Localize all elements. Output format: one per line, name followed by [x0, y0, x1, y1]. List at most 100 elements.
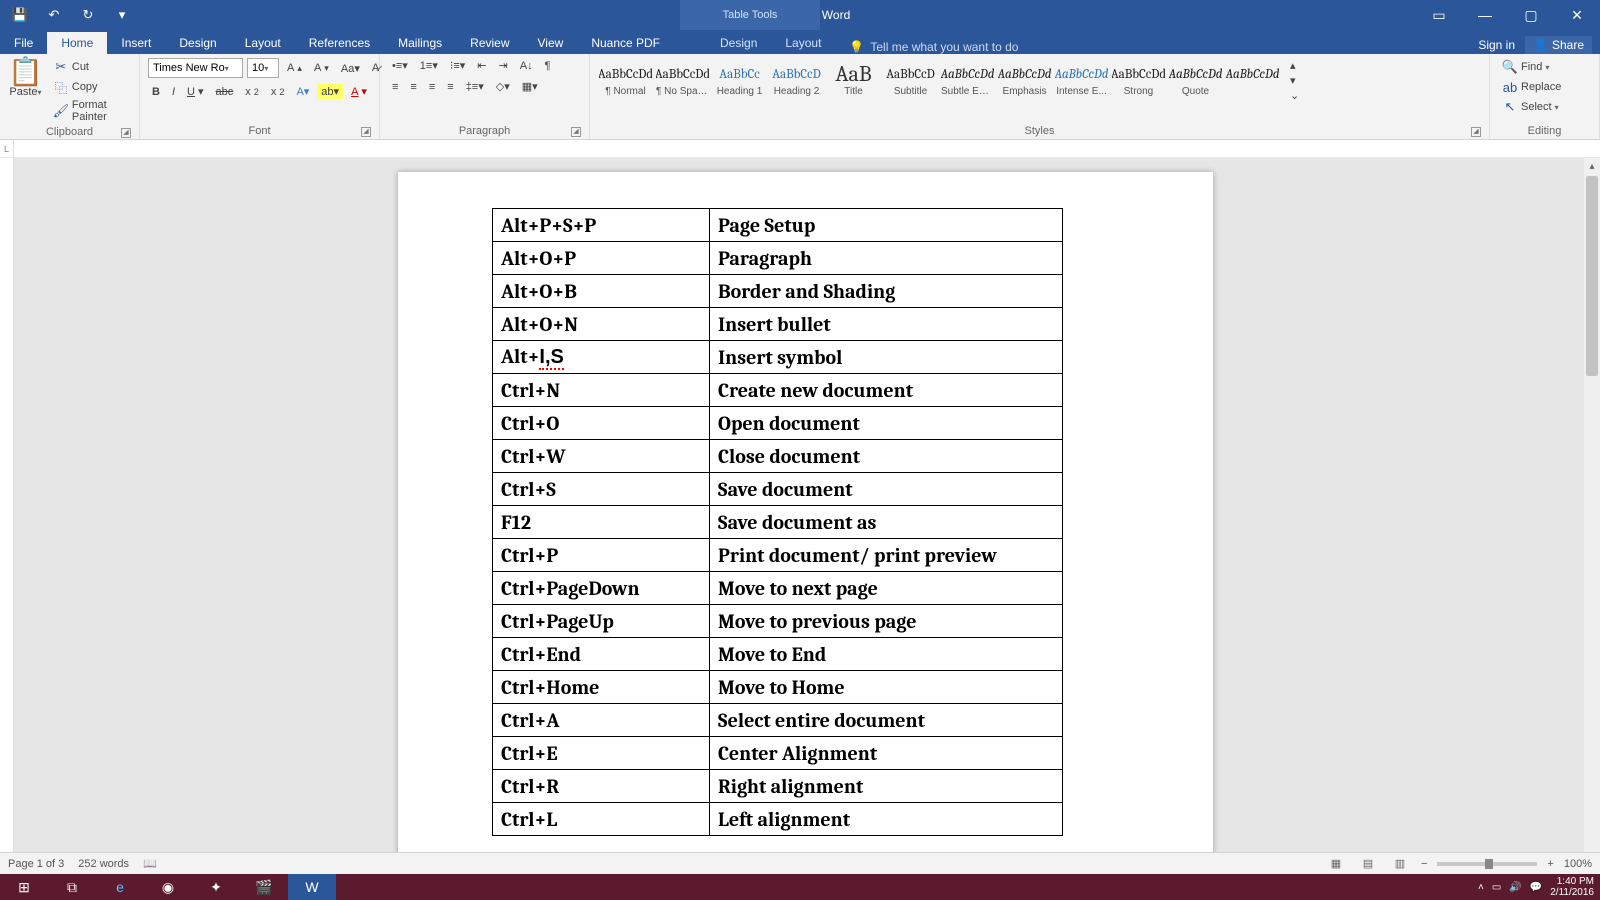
description-cell[interactable]: Insert bullet: [710, 308, 1063, 341]
tab-nuance-pdf[interactable]: Nuance PDF: [577, 32, 674, 54]
shortcut-cell[interactable]: Ctrl+P: [493, 539, 710, 572]
sign-in-link[interactable]: Sign in: [1478, 38, 1515, 52]
shortcut-cell[interactable]: F12: [493, 506, 710, 539]
description-cell[interactable]: Insert symbol: [710, 341, 1063, 374]
shortcut-cell[interactable]: Ctrl+L: [493, 803, 710, 836]
borders-button[interactable]: ▦▾: [518, 79, 542, 94]
justify-button[interactable]: ≡: [443, 80, 457, 94]
page[interactable]: Alt+P+S+PPage SetupAlt+O+PParagraphAlt+O…: [398, 172, 1213, 874]
zoom-in-button[interactable]: +: [1547, 858, 1553, 870]
description-cell[interactable]: Print document/ print preview: [710, 539, 1063, 572]
ribbon-options-button[interactable]: ▭: [1416, 0, 1462, 30]
grow-font-button[interactable]: A▴: [283, 61, 306, 75]
style-tile[interactable]: AaBbCcDSubtitle: [883, 60, 938, 99]
proofing-icon[interactable]: 📖: [143, 857, 157, 870]
font-name-combo[interactable]: Times New Ro▾: [148, 58, 243, 78]
table-row[interactable]: Ctrl+ASelect entire document: [493, 704, 1063, 737]
table-row[interactable]: Ctrl+OOpen document: [493, 407, 1063, 440]
maximize-button[interactable]: ▢: [1508, 0, 1554, 30]
style-tile[interactable]: AaBbCcDd¶ Normal: [598, 60, 653, 99]
font-size-combo[interactable]: 10▾: [247, 58, 279, 78]
underline-button[interactable]: U▾: [183, 84, 207, 99]
zoom-slider[interactable]: [1437, 862, 1537, 866]
bullets-button[interactable]: •≡▾: [388, 58, 412, 73]
clipboard-dialog-launcher[interactable]: ◢: [121, 128, 131, 138]
shortcut-cell[interactable]: Alt+O+N: [493, 308, 710, 341]
scroll-thumb[interactable]: [1586, 176, 1598, 376]
tab-design[interactable]: Design: [165, 32, 230, 54]
font-dialog-launcher[interactable]: ◢: [361, 127, 371, 137]
shortcut-cell[interactable]: Alt+I,S: [493, 341, 710, 374]
notifications-icon[interactable]: 💬: [1530, 882, 1542, 893]
tab-references[interactable]: References: [295, 32, 384, 54]
shading-button[interactable]: ◇▾: [492, 79, 514, 94]
shortcuts-table[interactable]: Alt+P+S+PPage SetupAlt+O+PParagraphAlt+O…: [492, 208, 1063, 836]
shortcut-cell[interactable]: Ctrl+N: [493, 374, 710, 407]
table-row[interactable]: Ctrl+NCreate new document: [493, 374, 1063, 407]
read-mode-button[interactable]: ▦: [1325, 855, 1347, 873]
zoom-level[interactable]: 100%: [1564, 858, 1592, 870]
tab-view[interactable]: View: [524, 32, 578, 54]
shrink-font-button[interactable]: A▾: [310, 61, 333, 75]
table-row[interactable]: Ctrl+SSave document: [493, 473, 1063, 506]
show-marks-button[interactable]: ¶: [541, 59, 555, 73]
style-tile[interactable]: AaBbCcDdEmphasis: [997, 60, 1052, 99]
description-cell[interactable]: Create new document: [710, 374, 1063, 407]
clock[interactable]: 1:40 PM2/11/2016: [1550, 876, 1594, 898]
description-cell[interactable]: Left alignment: [710, 803, 1063, 836]
shortcut-cell[interactable]: Ctrl+E: [493, 737, 710, 770]
style-tile[interactable]: AaBbCcDdIntense E...: [1054, 60, 1109, 99]
close-button[interactable]: ✕: [1554, 0, 1600, 30]
qat-undo-button[interactable]: ↶: [40, 3, 68, 27]
table-row[interactable]: F12Save document as: [493, 506, 1063, 539]
chrome-button[interactable]: ◉: [144, 874, 192, 900]
description-cell[interactable]: Page Setup: [710, 209, 1063, 242]
description-cell[interactable]: Move to previous page: [710, 605, 1063, 638]
increase-indent-button[interactable]: ⇥: [495, 58, 512, 73]
decrease-indent-button[interactable]: ⇤: [473, 58, 490, 73]
vertical-scrollbar[interactable]: ▴ ▾: [1584, 158, 1600, 874]
sort-button[interactable]: A↓: [516, 59, 537, 73]
shortcut-cell[interactable]: Alt+O+B: [493, 275, 710, 308]
vertical-ruler[interactable]: [0, 158, 14, 874]
numbering-button[interactable]: 1≡▾: [416, 58, 442, 73]
page-indicator[interactable]: Page 1 of 3: [8, 858, 64, 870]
tray-chevron-icon[interactable]: ˄: [1478, 882, 1484, 893]
task-view-button[interactable]: ⧉: [48, 874, 96, 900]
word-taskbar-button[interactable]: W: [288, 874, 336, 900]
app-button-1[interactable]: ✦: [192, 874, 240, 900]
word-count[interactable]: 252 words: [78, 858, 129, 870]
style-tile[interactable]: AaBbCcDHeading 2: [769, 60, 824, 99]
bold-button[interactable]: B: [148, 85, 164, 99]
shortcut-cell[interactable]: Ctrl+O: [493, 407, 710, 440]
table-row[interactable]: Ctrl+RRight alignment: [493, 770, 1063, 803]
table-row[interactable]: Ctrl+LLeft alignment: [493, 803, 1063, 836]
tab-review[interactable]: Review: [456, 32, 523, 54]
table-row[interactable]: Ctrl+EndMove to End: [493, 638, 1063, 671]
styles-expand[interactable]: ⌄: [1286, 88, 1303, 103]
tab-mailings[interactable]: Mailings: [384, 32, 456, 54]
format-painter-button[interactable]: 🖌Format Painter: [49, 98, 131, 124]
styles-gallery[interactable]: AaBbCcDd¶ NormalAaBbCcDd¶ No Spac...AaBb…: [598, 58, 1280, 99]
description-cell[interactable]: Save document as: [710, 506, 1063, 539]
table-row[interactable]: Ctrl+PageUpMove to previous page: [493, 605, 1063, 638]
description-cell[interactable]: Center Alignment: [710, 737, 1063, 770]
minimize-button[interactable]: —: [1462, 0, 1508, 30]
cut-button[interactable]: ✂Cut: [49, 58, 131, 76]
style-tile[interactable]: AaBbCcHeading 1: [712, 60, 767, 99]
table-row[interactable]: Ctrl+WClose document: [493, 440, 1063, 473]
shortcut-cell[interactable]: Ctrl+Home: [493, 671, 710, 704]
shortcut-cell[interactable]: Ctrl+A: [493, 704, 710, 737]
shortcut-cell[interactable]: Ctrl+End: [493, 638, 710, 671]
align-center-button[interactable]: ≡: [406, 80, 420, 94]
qat-redo-button[interactable]: ↻: [74, 3, 102, 27]
copy-button[interactable]: ⿻Copy: [49, 78, 131, 96]
tab-layout[interactable]: Layout: [231, 32, 295, 54]
multilevel-button[interactable]: ⁝≡▾: [446, 58, 469, 73]
description-cell[interactable]: Move to End: [710, 638, 1063, 671]
qat-save-button[interactable]: 💾: [6, 3, 34, 27]
shortcut-cell[interactable]: Ctrl+W: [493, 440, 710, 473]
shortcut-cell[interactable]: Ctrl+R: [493, 770, 710, 803]
highlight-button[interactable]: ab▾: [317, 84, 343, 99]
shortcut-cell[interactable]: Ctrl+PageUp: [493, 605, 710, 638]
